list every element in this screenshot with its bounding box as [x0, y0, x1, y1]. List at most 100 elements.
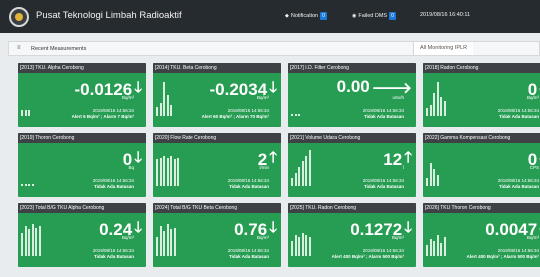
- card-timestamp: 2019/08/16 14:56:34: [497, 248, 539, 253]
- measurement-card[interactable]: [2022] Gamma Kompensasi Cerobong0🡓CPS201…: [423, 133, 540, 197]
- measurement-card[interactable]: [2013] TKU. Alpha Cerobong -0.0126 🡓 Bq/m³ 2…: [18, 63, 146, 127]
- chart-bar: [166, 157, 169, 186]
- tab-all-monitoring[interactable]: All Monitoring IPLR: [413, 42, 474, 55]
- failed-dms-badge: 0: [389, 12, 396, 20]
- chart-bar: [24, 110, 27, 116]
- chart-bar: [429, 163, 432, 186]
- card-title: [2018] Radon Cerobong: [423, 63, 540, 73]
- card-timestamp: 2019/08/16 14:56:34: [497, 178, 539, 183]
- chart-bar: [173, 227, 176, 256]
- chart-bar: [170, 229, 172, 256]
- mini-chart: [156, 146, 188, 186]
- chart-bar: [298, 237, 300, 256]
- card-unit: Bq/m³: [391, 235, 404, 240]
- card-title: [2017] I.D. Filter Cerobong: [288, 63, 416, 73]
- chart-bar: [305, 235, 307, 256]
- card-timestamp: 2019/08/16 14:56:34: [362, 178, 404, 183]
- card-timestamp: 2019/08/16 14:56:34: [92, 178, 134, 183]
- tab-recent-measurements[interactable]: Recent Measurements: [31, 46, 86, 52]
- card-unit: Bq/m³: [526, 235, 539, 240]
- card-timestamp: 2019/08/16 14:56:34: [227, 248, 269, 253]
- card-value: 0.00: [336, 77, 370, 96]
- arrow-down-icon: 🡓: [269, 79, 277, 96]
- chart-bar: [298, 114, 300, 116]
- measurement-card[interactable]: [2018] Radon Cerobong0🡓Bq/m³2019/08/16 1…: [423, 63, 540, 127]
- card-unit: uSv/h: [392, 95, 404, 100]
- measurement-card[interactable]: [2020] Flow Rate Cerobong 2 🡑 l/min 2019/08/…: [153, 133, 281, 197]
- chart-bar: [170, 155, 172, 186]
- card-timestamp: 2019/08/16 14:56:34: [92, 248, 134, 253]
- card-alert: Tidak Ada Batasan: [363, 184, 404, 189]
- menu-icon[interactable]: ≡: [17, 45, 21, 51]
- card-unit: Bq/m³: [121, 95, 134, 100]
- chart-bar: [298, 167, 300, 186]
- chart-bar: [291, 114, 293, 116]
- chart-bar: [21, 184, 23, 186]
- chart-bar: [156, 106, 158, 116]
- chart-bar: [24, 184, 27, 186]
- measurement-card[interactable]: [2023] Total B/G TKU Alpha Cerobong 0.24 🡓…: [18, 203, 146, 267]
- chart-bar: [426, 244, 428, 256]
- chart-bar: [291, 178, 293, 186]
- chart-bar: [159, 225, 162, 256]
- card-unit: CPS: [529, 165, 539, 170]
- card-title: [2023] Total B/G TKU Alpha Cerobong: [18, 203, 146, 213]
- card-timestamp: 2019/08/16 14:56:34: [92, 108, 134, 113]
- card-value-wrap: 0.76 🡓: [234, 217, 277, 242]
- chart-bar: [159, 157, 162, 186]
- chart-bar: [166, 223, 169, 256]
- failed-dms-button[interactable]: ◉ Failed DMS 0: [352, 12, 396, 20]
- card-value: 12: [383, 149, 403, 169]
- card-alert: Alert 6 Bq/m³ ; Alarm 7 Bq/m³: [71, 114, 134, 119]
- measurement-card[interactable]: [2021] Volume Udara Cerobong 12 🡑 l 2019/08/…: [288, 133, 416, 197]
- chart-bar: [308, 237, 311, 256]
- notification-button[interactable]: ◆ Notification 0: [285, 12, 327, 20]
- top-bar: Pusat Teknologi Limbah Radioaktif ◆ Noti…: [0, 0, 540, 33]
- chart-bar: [294, 172, 297, 186]
- card-value-wrap: 0.00 🡒: [337, 77, 412, 97]
- arrow-up-icon: 🡑: [404, 149, 412, 166]
- card-timestamp: 2019/08/16 14:56:34: [227, 108, 269, 113]
- chart-bar: [305, 155, 307, 186]
- card-unit: l: [403, 165, 404, 170]
- chart-bar: [443, 100, 446, 116]
- tabs-bar: ≡ Recent Measurements All Monitoring IPL…: [8, 41, 540, 56]
- measurement-card[interactable]: [2014] TKU. Beta Cerobong -0.2034 🡓 Bq/m³ 20…: [153, 63, 281, 127]
- card-title: [2020] Flow Rate Cerobong: [153, 133, 281, 143]
- measurement-card[interactable]: [2024] Total B/G TKU Beta Cerobong 0.76 🡓 B…: [153, 203, 281, 267]
- measurement-card[interactable]: [2026] TKU Thoron Cerobong0.0047🡓Bq/m³20…: [423, 203, 540, 267]
- chart-bar: [156, 237, 158, 256]
- card-unit: Bq: [128, 165, 134, 170]
- card-unit: Bq/m³: [256, 235, 269, 240]
- card-alert: Tidak Ada Batasan: [93, 254, 134, 259]
- chart-bar: [294, 114, 297, 116]
- card-alert: Tidak Ada Batasan: [498, 114, 539, 119]
- chart-bar: [35, 227, 37, 256]
- chart-bar: [440, 242, 442, 256]
- measurement-card[interactable]: [2019] Thoron Cerobong 0 🡓 Bq 2019/08/16 14:…: [18, 133, 146, 197]
- measurement-card[interactable]: [2017] I.D. Filter Cerobong 0.00 🡒 uSv/h 201…: [288, 63, 416, 127]
- arrow-right-icon: 🡒: [371, 79, 412, 97]
- chart-bar: [156, 159, 158, 186]
- chart-bar: [24, 225, 27, 256]
- chart-bar: [177, 157, 179, 186]
- arrow-down-icon: 🡓: [134, 219, 142, 236]
- app-title: Pusat Teknologi Limbah Radioaktif: [36, 10, 182, 21]
- chart-bar: [163, 231, 165, 256]
- warning-icon: ◉: [352, 13, 357, 19]
- mini-chart: [21, 146, 53, 186]
- chart-bar: [429, 238, 432, 256]
- chart-bar: [436, 235, 439, 256]
- measurement-card[interactable]: [2025] TKU. Radon Cerobong 0.1272 🡓 Bq/m³ 20…: [288, 203, 416, 267]
- chart-bar: [308, 149, 311, 186]
- card-alert: Tidak Ada Batasan: [363, 114, 404, 119]
- chart-bar: [436, 81, 439, 116]
- logo-icon: [9, 7, 29, 27]
- chart-bar: [294, 235, 297, 256]
- card-alert: Tidak Ada Batasan: [228, 184, 269, 189]
- chart-bar: [440, 97, 442, 116]
- arrow-down-icon: 🡓: [404, 219, 412, 236]
- chart-bar: [31, 184, 34, 186]
- current-datetime: 2019/08/16 16:40:11: [420, 12, 471, 18]
- chart-bar: [38, 225, 41, 256]
